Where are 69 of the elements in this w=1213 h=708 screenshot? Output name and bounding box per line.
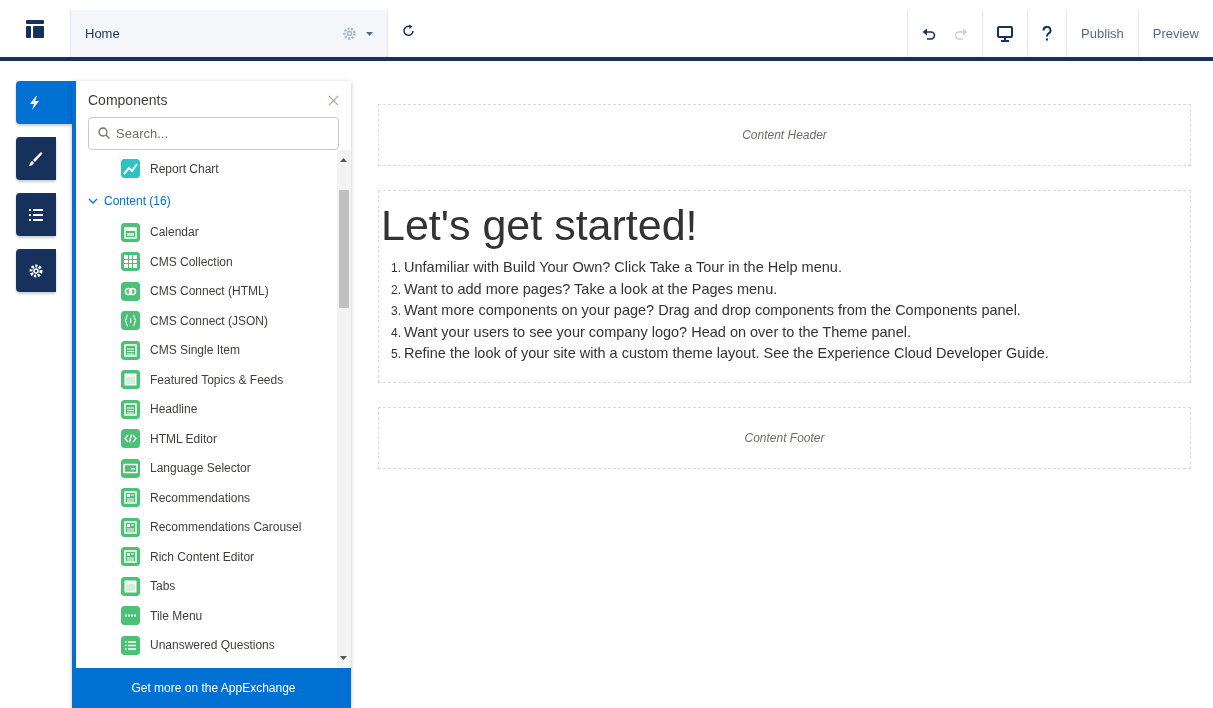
list-icon: [121, 635, 140, 655]
calendar-icon: [121, 222, 140, 242]
region-label: Content Header: [742, 128, 827, 142]
component-item[interactable]: Tile Menu: [76, 601, 337, 631]
component-item[interactable]: Unanswered Questions: [76, 630, 337, 660]
region-label: Content Footer: [744, 431, 825, 445]
scroll-up-icon: [340, 158, 347, 162]
document-icon: [121, 340, 140, 360]
component-item[interactable]: CMS Connect (HTML): [76, 276, 337, 306]
component-item[interactable]: Language Selector: [76, 453, 337, 483]
window-icon: [121, 576, 140, 596]
component-item[interactable]: HTML Editor: [76, 424, 337, 454]
component-item[interactable]: Recommendations Carousel: [76, 512, 337, 542]
component-item[interactable]: Headline: [76, 394, 337, 424]
gear-icon: [343, 27, 356, 40]
document-icon: [121, 399, 140, 419]
step-text: Want more components on your page? Drag and drop components from the Components panel.: [404, 302, 1021, 318]
help-icon[interactable]: [1042, 26, 1053, 41]
scroll-down-icon: [340, 656, 347, 660]
dropdown-icon: [121, 458, 140, 478]
sidebar-tab[interactable]: [16, 249, 56, 292]
step-number: 1.: [391, 261, 401, 275]
search-icon: [98, 127, 110, 139]
page-selector[interactable]: Home: [70, 10, 388, 57]
component-item[interactable]: Featured Topics & Feeds: [76, 365, 337, 395]
component-item[interactable]: Tabs: [76, 571, 337, 601]
component-item[interactable]: Report Chart: [76, 154, 337, 184]
step-number: 3.: [391, 304, 401, 318]
step-number: 4.: [391, 325, 401, 340]
appexchange-link[interactable]: Get more on the AppExchange: [76, 668, 351, 708]
scrollbar[interactable]: [337, 150, 351, 668]
caret-icon: [366, 31, 373, 36]
chevron-icon: [88, 197, 98, 204]
sidebar-tab[interactable]: [16, 137, 56, 180]
chart-icon: [121, 159, 140, 179]
page-heading: Let's get started!: [381, 201, 699, 249]
brush-icon: [29, 151, 43, 166]
grid-icon: [121, 252, 140, 272]
article-icon: [121, 488, 140, 508]
panel-title: Components: [88, 92, 169, 108]
component-item[interactable]: Rich Content Editor: [76, 542, 337, 572]
code-icon: [121, 429, 140, 449]
component-item[interactable]: CMS Connect (JSON): [76, 306, 337, 336]
undo-icon[interactable]: [922, 27, 937, 40]
menu-icon: [121, 606, 140, 626]
rings-icon: [121, 281, 140, 301]
step-number: 2.: [391, 282, 401, 297]
step-text: Want your users to see your company logo? Head on over to the Theme panel.: [404, 323, 911, 340]
article-icon: [121, 547, 140, 567]
list-icon: [29, 207, 43, 222]
refresh-icon[interactable]: [402, 24, 415, 37]
step-text: Refine the look of your site with a custom theme layout. See the Experience Cloud Developer Guide.: [404, 345, 1049, 361]
window-icon: [121, 370, 140, 390]
scrollbar-thumb[interactable]: [339, 190, 349, 308]
search-field[interactable]: Search...: [88, 117, 339, 150]
braces-icon: [121, 311, 140, 331]
component-item[interactable]: Calendar: [76, 217, 337, 247]
component-item[interactable]: Recommendations: [76, 483, 337, 513]
sidebar-tab[interactable]: [16, 193, 56, 236]
group-header[interactable]: Content (16): [76, 183, 177, 218]
desktop-icon[interactable]: [997, 25, 1014, 42]
gear-icon: [29, 263, 43, 278]
article-icon: [121, 517, 140, 537]
layout-icon: [26, 19, 44, 38]
step-text: Want to add more pages? Take a look at the Pages menu.: [404, 280, 778, 297]
component-item[interactable]: CMS Single Item: [76, 335, 337, 365]
component-item[interactable]: CMS Collection: [76, 247, 337, 277]
step-text: Unfamiliar with Build Your Own? Click Take a Tour in the Help menu.: [404, 259, 842, 275]
step-number: 5.: [391, 347, 401, 361]
